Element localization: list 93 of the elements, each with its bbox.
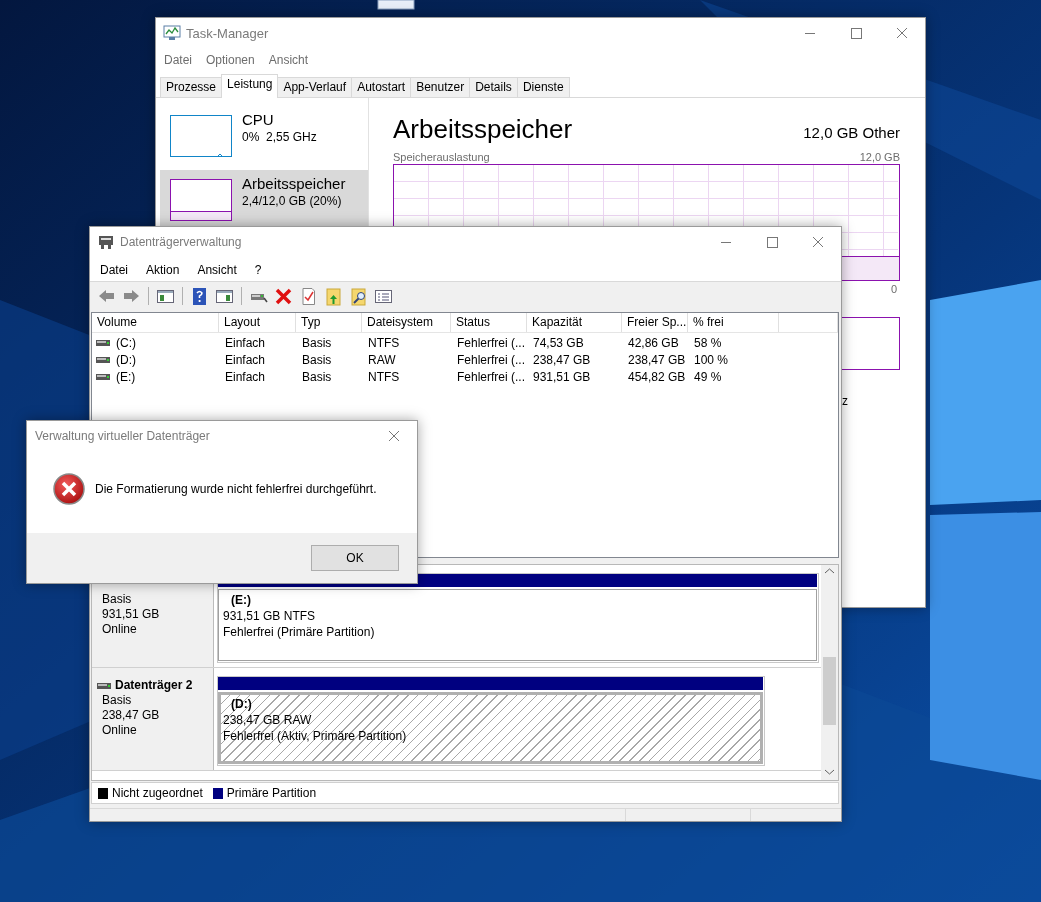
folder-up-icon[interactable] [324, 286, 343, 306]
disk-size: 931,51 GB [102, 607, 161, 622]
legend-label: Primäre Partition [226, 786, 317, 800]
column-header[interactable]: Layout [219, 313, 296, 332]
table-cell: RAW [368, 352, 396, 367]
tab[interactable]: Autostart [351, 77, 412, 97]
ok-button[interactable]: OK [311, 545, 399, 571]
menu-item[interactable]: Datei [100, 262, 128, 277]
table-cell: Basis [302, 352, 332, 367]
disk-icon [97, 234, 115, 250]
partition-status: Fehlerfrei (Primäre Partition) [223, 624, 376, 640]
table-cell: Einfach [225, 335, 266, 350]
table-cell: Einfach [225, 369, 266, 384]
disk-state: Online [102, 622, 138, 637]
disk-state: Online [102, 723, 138, 738]
table-cell: (E:) [116, 369, 136, 384]
table-cell: Fehlerfrei (... [457, 352, 525, 367]
table-cell: 238,47 GB [533, 352, 591, 367]
partition-status: Fehlerfrei (Aktiv, Primäre Partition) [223, 728, 408, 744]
table-cell: Basis [302, 369, 332, 384]
disk-name: Datenträger 2 [115, 678, 193, 693]
disk-type: Basis [102, 592, 133, 607]
table-cell: NTFS [368, 335, 400, 350]
menu-item[interactable]: Ansicht [197, 262, 237, 277]
column-header[interactable]: % frei [688, 313, 779, 332]
menu-item[interactable]: Ansicht [268, 52, 309, 67]
search-folder-icon[interactable] [349, 286, 368, 306]
partition-info: 931,51 GB NTFS [223, 608, 317, 624]
partition-block[interactable]: (D:) 238,47 GB RAW Fehlerfrei (Aktiv, Primäre Partition) [217, 676, 765, 766]
table-cell: (D:) [116, 352, 136, 367]
partition-info: 238,47 GB RAW [223, 712, 313, 728]
error-icon [53, 473, 85, 505]
menu-item[interactable]: Datei [164, 52, 192, 67]
legend-label: Nicht zugeordnet [112, 786, 203, 800]
tab[interactable]: Prozesse [160, 77, 223, 97]
table-cell: 931,51 GB [533, 369, 591, 384]
help-icon[interactable] [190, 286, 209, 306]
table-cell: Fehlerfrei (... [457, 369, 525, 384]
disk-size: 238,47 GB [102, 708, 161, 723]
tab[interactable]: Dienste [516, 77, 570, 97]
disk-type: Basis [102, 693, 133, 708]
table-cell: Fehlerfrei (... [457, 335, 525, 350]
axis-label: 12,0 GB [859, 151, 900, 163]
table-cell: 454,82 GB [628, 369, 686, 384]
tab[interactable]: Details [469, 77, 518, 97]
column-header[interactable]: Volume [92, 313, 219, 332]
graph-label: Speicherauslastung [393, 151, 490, 163]
monitor-icon [163, 25, 181, 41]
drive-icon [96, 355, 110, 364]
page-heading: Arbeitsspeicher [393, 114, 573, 145]
capacity-label: 12,0 GB Other [803, 124, 900, 141]
drive-icon [96, 372, 110, 381]
window-title: Datenträgerverwaltung [120, 235, 243, 249]
column-header[interactable]: Kapazität [527, 313, 622, 332]
table-cell: 42,86 GB [628, 335, 679, 350]
column-header[interactable]: Dateisystem [362, 313, 451, 332]
vertical-scrollbar[interactable] [821, 565, 838, 780]
table-cell: 100 % [694, 352, 729, 367]
close-icon[interactable] [274, 286, 293, 306]
partition-block[interactable]: (E:) 931,51 GB NTFS Fehlerfrei (Primäre Partition) [217, 573, 819, 663]
item-name: CPU [242, 111, 275, 128]
detail-text: z [842, 394, 848, 408]
column-header[interactable]: Freier Sp... [622, 313, 688, 332]
drive-icon [96, 338, 110, 347]
table-cell: 49 % [694, 369, 722, 384]
table-cell: 74,53 GB [533, 335, 584, 350]
tab[interactable]: Leistung [221, 74, 279, 98]
table-cell: NTFS [368, 369, 400, 384]
partition-name: (E:) [230, 592, 252, 608]
error-message: Die Formatierung wurde nicht fehlerfrei durchgeführt. [95, 482, 377, 496]
menu-item[interactable]: ? [254, 262, 262, 277]
table-cell: 58 % [694, 335, 722, 350]
axis-label: 0 [890, 283, 897, 295]
item-detail: 2,4/12,0 GB (20%) [242, 194, 343, 208]
column-header[interactable]: Status [451, 313, 527, 332]
item-detail: 0% 2,55 GHz [242, 130, 317, 144]
table-cell: (C:) [116, 335, 136, 350]
table-cell: Basis [302, 335, 332, 350]
dialog-title: Verwaltung virtueller Datenträger [35, 429, 211, 443]
checklist-icon[interactable] [299, 286, 318, 306]
tab[interactable]: App-Verlauf [277, 77, 353, 97]
table-cell: 238,47 GB [628, 352, 686, 367]
disk-label-panel[interactable]: Datenträger 2 Basis 238,47 GB Online [92, 668, 214, 770]
tab[interactable]: Benutzer [410, 77, 471, 97]
menu-item[interactable]: Optionen [206, 52, 255, 67]
menu-item[interactable]: Aktion [146, 262, 180, 277]
window-title: Task-Manager [186, 25, 270, 41]
partition-name: (D:) [230, 696, 253, 712]
item-name: Arbeitsspeicher [242, 175, 346, 192]
table-cell: Einfach [225, 352, 266, 367]
desktop-icon[interactable] [377, 0, 415, 10]
sidebar-item[interactable]: CPU 0% 2,55 GHz [160, 106, 368, 166]
column-header[interactable]: Typ [296, 313, 362, 332]
